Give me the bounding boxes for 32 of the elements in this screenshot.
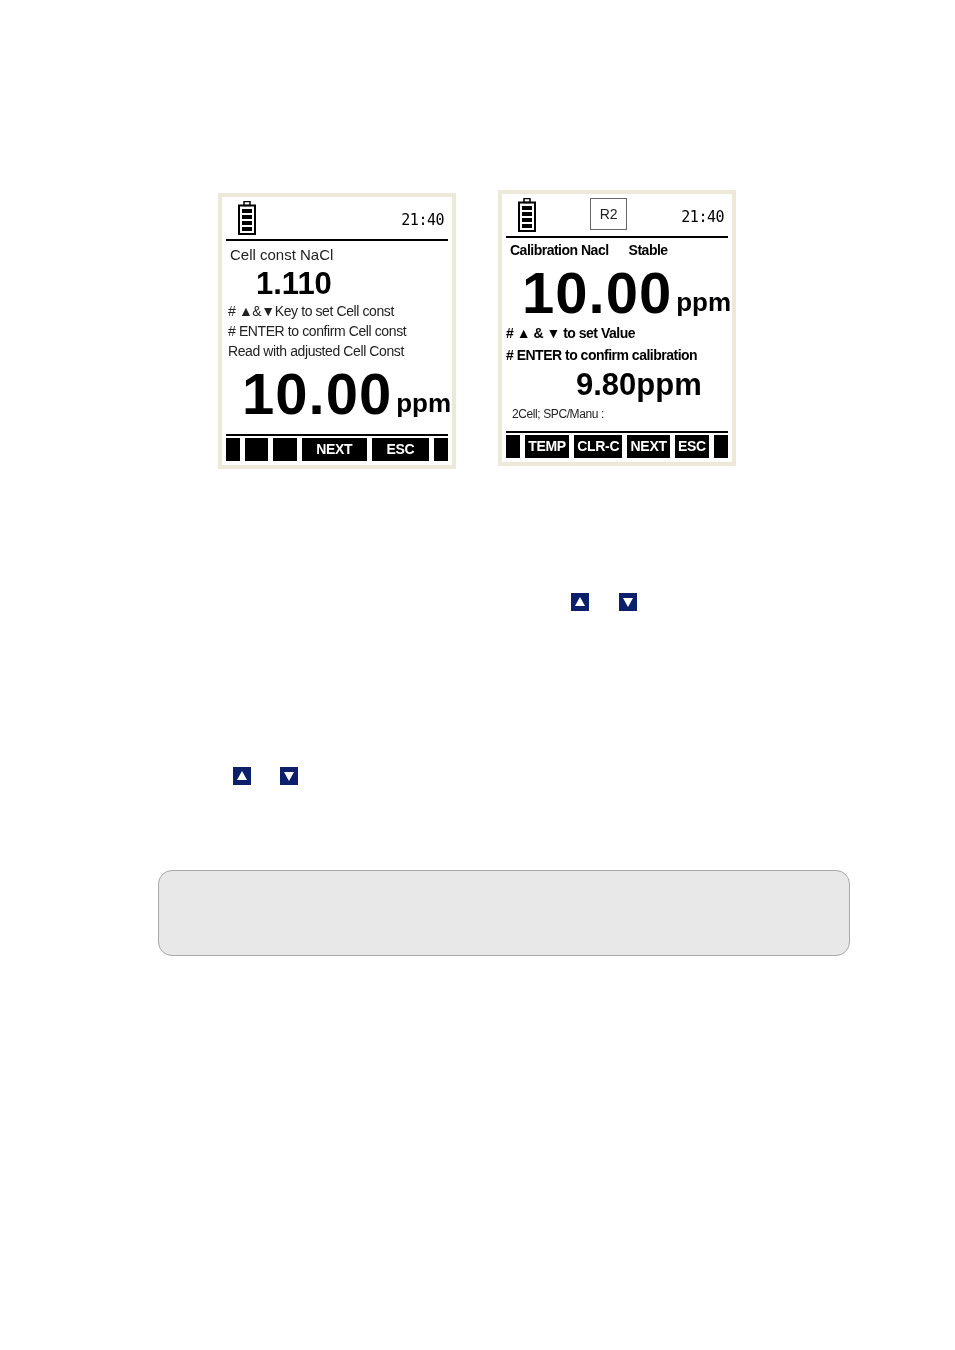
softkey-block <box>714 435 729 458</box>
battery-icon <box>518 198 536 232</box>
reading-unit: ppm <box>396 389 452 417</box>
softkey-label: TEMP <box>525 435 569 458</box>
clock-time: 21:40 <box>401 209 444 231</box>
softkey-block <box>226 438 240 461</box>
softkey-block <box>273 438 297 461</box>
reading-value: 10.00 <box>242 365 393 423</box>
footnote-text: 2Cell; SPC/Manu : <box>512 407 604 421</box>
instruction-text: # ENTER to confirm Cell const <box>228 323 407 339</box>
softkey-label: NEXT <box>301 438 367 461</box>
reading-value: 10.00 <box>522 264 673 322</box>
screen-caption: Cell const NaCl <box>230 246 334 263</box>
softkey-label: ESC <box>371 438 430 461</box>
target-reading: 9.80ppm <box>576 367 702 402</box>
clock-time: 21:40 <box>681 206 724 228</box>
instruction-text: # ▲ & ▼ to set Value <box>506 325 635 341</box>
softkey-label: CLR-C <box>574 435 623 458</box>
screen-caption: Calibration Nacl <box>510 241 609 260</box>
softkey-block <box>245 438 269 461</box>
battery-icon <box>238 201 256 235</box>
softkey-label: NEXT <box>627 435 670 458</box>
reading-unit: ppm <box>676 288 732 316</box>
softkey-block <box>506 435 520 458</box>
softkey-block <box>434 438 449 461</box>
instruction-text: # ▲&▼Key to set Cell const <box>228 303 394 319</box>
status-text: Stable <box>628 241 668 260</box>
instruction-text: # ENTER to confirm calibration <box>506 347 698 363</box>
constant-value: 1.110 <box>256 266 332 301</box>
range-badge: R2 <box>590 198 628 230</box>
instruction-text: Read with adjusted Cell Const <box>228 343 404 359</box>
softkey-label: ESC <box>674 435 710 458</box>
